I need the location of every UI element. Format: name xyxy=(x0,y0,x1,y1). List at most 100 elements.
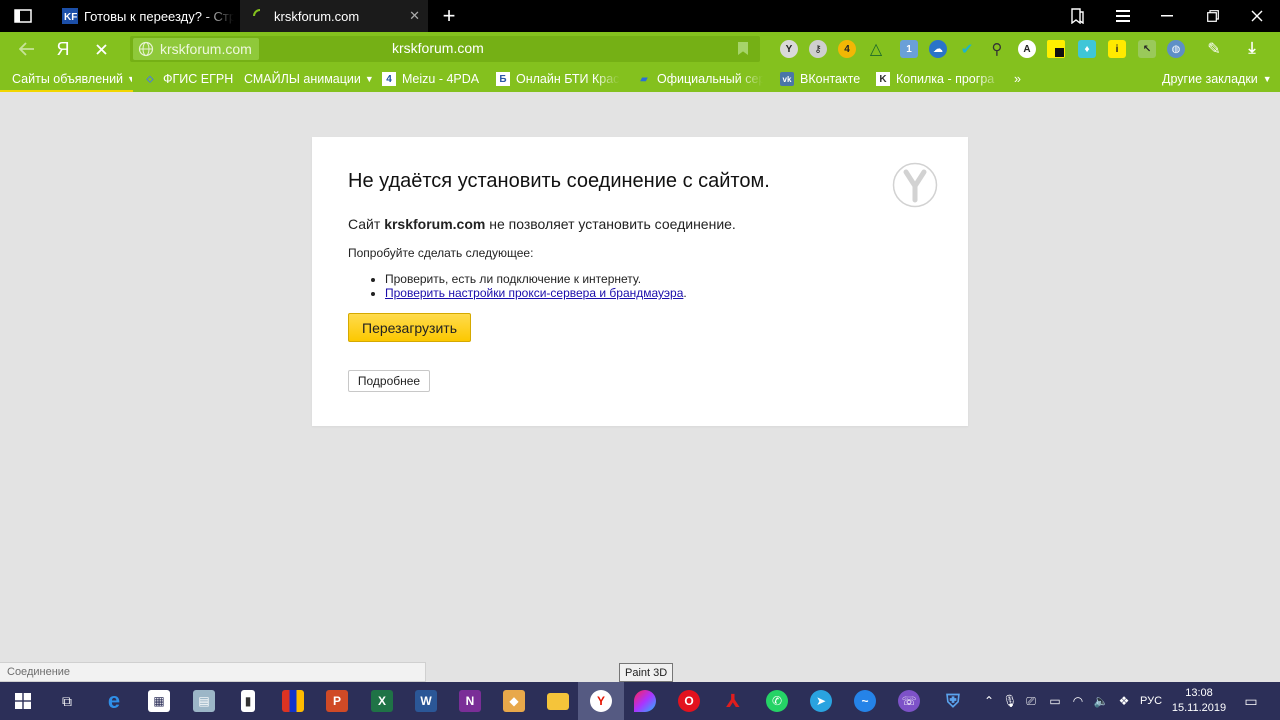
wifi-icon[interactable]: ◠ xyxy=(1069,682,1087,720)
details-button[interactable]: Подробнее xyxy=(348,370,430,392)
ext-message-icon[interactable]: ✎ xyxy=(1205,40,1223,58)
telegram-icon[interactable]: ➤ xyxy=(798,682,844,720)
url-text[interactable]: krskforum.com xyxy=(392,40,484,56)
bookmark-item[interactable]: ▰ Официальный сер xyxy=(637,66,763,92)
close-tab-icon[interactable]: ✕ xyxy=(409,8,420,24)
active-folder-indicator xyxy=(0,90,133,92)
microphone-icon[interactable]: 🎙 xyxy=(1002,682,1018,720)
bookmark-label: Официальный сер xyxy=(657,72,763,86)
bookmark-item[interactable]: Б Онлайн БТИ Крас xyxy=(496,66,620,92)
word-icon[interactable]: W xyxy=(403,682,449,720)
bookmark-item[interactable]: 4 Meizu - 4PDA xyxy=(382,66,486,92)
chevron-down-icon: ▼ xyxy=(364,74,372,84)
ext-pin-icon[interactable]: ⚲ xyxy=(988,40,1006,58)
whatsapp-icon[interactable]: ✆ xyxy=(754,682,800,720)
taskbar-tooltip: Paint 3D xyxy=(619,663,674,682)
document-app-icon[interactable]: ▮ xyxy=(225,682,271,720)
egrn-favicon-icon: ⬦ xyxy=(146,73,154,85)
menu-icon[interactable] xyxy=(1110,0,1136,32)
other-bookmarks-folder[interactable]: Другие закладки ▼ xyxy=(1162,66,1272,92)
address-bar[interactable]: krskforum.com krskforum.com xyxy=(130,36,760,62)
file-explorer-icon[interactable] xyxy=(535,682,581,720)
colors-app-icon[interactable] xyxy=(270,682,316,720)
powerpoint-icon[interactable]: P xyxy=(314,682,360,720)
chevron-down-icon: ▼ xyxy=(127,74,132,84)
status-bar: Соединение xyxy=(0,662,426,682)
viber-icon[interactable]: ☏ xyxy=(886,682,932,720)
sticky-apps-icon[interactable]: ◆ xyxy=(491,682,537,720)
bookmark-folder[interactable]: Сайты объявлений ▼ xyxy=(12,66,132,92)
file-app-icon[interactable]: ▤ xyxy=(181,682,227,720)
volume-icon[interactable]: 🔈 xyxy=(1092,682,1110,720)
system-clock[interactable]: 13:08 15.11.2019 xyxy=(1168,682,1230,720)
more-bookmarks-button[interactable]: » xyxy=(1014,66,1030,92)
tab-1[interactable]: krskforum.com ✕ xyxy=(240,0,428,32)
svg-text:KF: KF xyxy=(64,12,77,23)
security-app-icon[interactable]: ⛨ xyxy=(930,682,976,720)
proxy-settings-link[interactable]: Проверить настройки прокси-сервера и бра… xyxy=(385,286,683,300)
tab-0[interactable]: KF Готовы к переезду? - Стра xyxy=(50,0,240,32)
edge-browser-icon[interactable]: e xyxy=(91,682,137,720)
acrobat-icon[interactable]: ⅄ xyxy=(710,682,756,720)
opera-icon[interactable]: O xyxy=(666,682,712,720)
reload-button[interactable]: Перезагрузить xyxy=(348,313,471,342)
bookmark-label: Meizu - 4PDA xyxy=(402,72,480,86)
ext-news-icon[interactable]: 1 xyxy=(900,40,918,58)
ext-translate-icon[interactable]: A xyxy=(1018,40,1036,58)
suggestions-label: Попробуйте сделать следующее: xyxy=(348,246,534,260)
ext-info-icon[interactable]: i xyxy=(1108,40,1126,58)
chevron-down-icon: ▼ xyxy=(1262,74,1272,84)
tabs-menu-icon[interactable] xyxy=(10,0,36,32)
bookmark-icon[interactable] xyxy=(738,42,748,55)
ext-cursor-icon[interactable]: ↖ xyxy=(1138,40,1156,58)
new-tab-icon[interactable]: + xyxy=(436,0,462,32)
browser-app-icon[interactable]: ~ xyxy=(842,682,888,720)
tab-title: Готовы к переезду? - Стра xyxy=(84,8,234,24)
suggestions-list: Проверить, есть ли подключение к интерне… xyxy=(385,272,687,300)
bookmark-item[interactable]: vk ВКонтакте xyxy=(780,66,864,92)
site-info-chip[interactable]: krskforum.com xyxy=(133,38,259,60)
start-windows-icon[interactable] xyxy=(0,682,46,720)
bti-favicon-icon: Б xyxy=(496,72,510,86)
ext-globe-icon[interactable]: ◍ xyxy=(1167,40,1185,58)
ext-adblock-icon[interactable]: Y xyxy=(780,40,798,58)
bookmark-folder[interactable]: СМАЙЛЫ анимации ▼ xyxy=(244,66,372,92)
onenote-icon[interactable]: N xyxy=(447,682,493,720)
ext-bulb-icon[interactable]: ♦ xyxy=(1078,40,1096,58)
excel-icon[interactable]: X xyxy=(359,682,405,720)
yandex-logo-icon[interactable]: Я xyxy=(52,32,74,66)
task-view-icon[interactable]: ⧉ xyxy=(44,682,90,720)
ext-badge-4-icon[interactable]: 4 xyxy=(838,40,856,58)
language-indicator[interactable]: РУС xyxy=(1136,682,1166,720)
close-window-icon[interactable] xyxy=(1244,0,1270,32)
show-hidden-icons-icon[interactable]: ⌃ xyxy=(980,682,998,720)
bookmarks-bar: Сайты объявлений ▼ ⬦ ФГИС ЕГРН СМАЙЛЫ ан… xyxy=(0,66,1280,92)
back-arrow-icon[interactable] xyxy=(14,32,40,66)
minimize-icon[interactable] xyxy=(1154,0,1180,32)
stop-loading-icon[interactable] xyxy=(88,32,114,66)
action-center-icon[interactable]: ▭ xyxy=(1238,682,1264,720)
yandex-browser-taskbar-icon[interactable]: Y xyxy=(578,682,624,720)
kopilka-favicon-icon: K xyxy=(876,72,890,86)
bookmark-item[interactable]: ⬦ ФГИС ЕГРН xyxy=(143,66,235,92)
restore-icon[interactable] xyxy=(1200,0,1226,32)
ext-weather-icon[interactable]: ☁ xyxy=(929,40,947,58)
bookmarks-manager-icon[interactable] xyxy=(1064,0,1090,32)
dropbox-icon[interactable]: ❖ xyxy=(1115,682,1133,720)
bookmark-item[interactable]: K Копилка - програ xyxy=(876,66,1002,92)
globe-icon xyxy=(138,41,154,57)
ext-key-icon[interactable]: ⚷ xyxy=(809,40,827,58)
bookmark-label: ФГИС ЕГРН xyxy=(163,72,234,86)
download-icon[interactable]: ⤓ xyxy=(1243,40,1261,58)
store-icon[interactable]: ▦ xyxy=(136,682,182,720)
suggestion-item: Проверить настройки прокси-сервера и бра… xyxy=(385,286,687,300)
ext-triangle-icon[interactable]: △ xyxy=(867,40,885,58)
clock-time: 13:08 xyxy=(1185,687,1213,699)
ext-shield-icon[interactable]: ✔ xyxy=(958,40,976,58)
bookmark-label: СМАЙЛЫ анимации xyxy=(244,72,361,86)
battery-icon[interactable]: ▭ xyxy=(1046,682,1064,720)
paint-3d-icon[interactable] xyxy=(622,682,668,720)
ext-color-icon[interactable] xyxy=(1047,40,1065,58)
notification-app-icon[interactable]: ⎚ xyxy=(1022,682,1040,720)
yandex-browser-logo-icon xyxy=(892,162,938,208)
